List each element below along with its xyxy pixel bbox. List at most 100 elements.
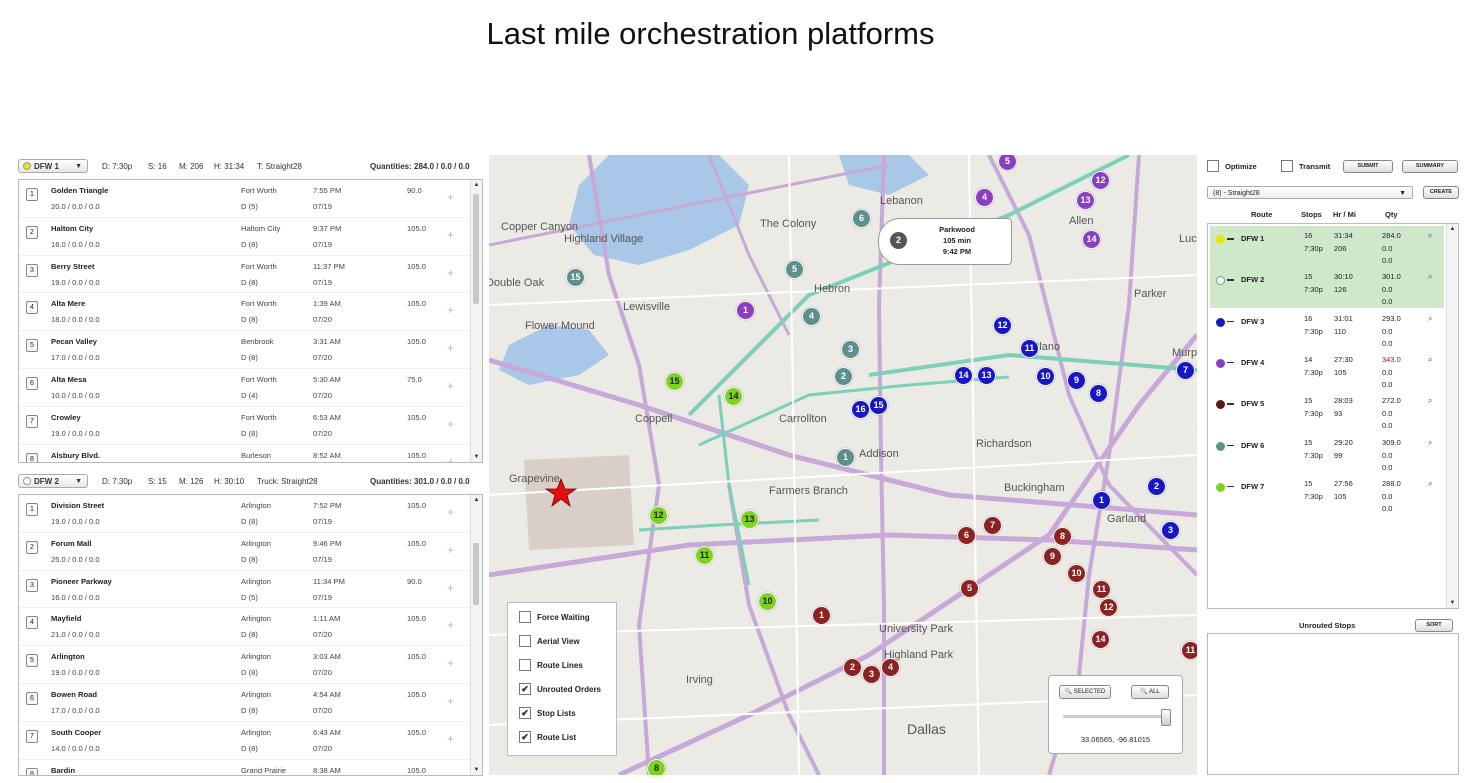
stops-scrollbar[interactable]: ▲ ▼ xyxy=(470,180,482,462)
truck-select[interactable]: (8) - Straight28 ▼ xyxy=(1207,186,1413,199)
route-select[interactable]: DFW 2 ▼ xyxy=(18,474,88,488)
add-icon[interactable]: + xyxy=(447,656,454,670)
add-icon[interactable]: + xyxy=(447,694,454,708)
stop-row[interactable]: 6 Bowen Road 17.0 / 0.0 / 0.0 Arlington D (8… xyxy=(19,684,482,722)
stop-marker[interactable]: 1 xyxy=(812,606,831,625)
zoom-route-icon[interactable]: ⌕ xyxy=(1428,314,1432,324)
zoom-all-button[interactable]: 🔍 ALL xyxy=(1131,685,1169,699)
scroll-down-icon[interactable]: ▼ xyxy=(1447,598,1458,608)
stop-marker[interactable]: 11 xyxy=(1181,641,1197,660)
add-icon[interactable]: + xyxy=(447,618,454,632)
checkbox-icon[interactable] xyxy=(519,611,531,623)
stop-row[interactable]: 8 Bardin Grand Prairie 8:38 AM 105.0 + xyxy=(19,760,482,775)
stop-row[interactable]: 1 Golden Triangle 20.0 / 0.0 / 0.0 Fort Wor… xyxy=(19,180,482,218)
stop-marker[interactable]: 8 xyxy=(1089,384,1108,403)
stop-marker[interactable]: 2 xyxy=(1147,477,1166,496)
zoom-slider-track[interactable] xyxy=(1063,715,1167,718)
add-icon[interactable]: + xyxy=(447,505,454,519)
zoom-route-icon[interactable]: ⌕ xyxy=(1428,272,1432,282)
add-icon[interactable]: + xyxy=(447,732,454,746)
stop-row[interactable]: 6 Alta Mesa 10.0 / 0.0 / 0.0 Fort Worth D (4… xyxy=(19,369,482,407)
stop-marker[interactable]: 14 xyxy=(1082,230,1101,249)
stop-marker[interactable]: 15 xyxy=(665,372,684,391)
route-row[interactable]: DFW 3 16 7:30p 31:01 110 293.0 0.0 0.0 ⌕ xyxy=(1210,309,1444,350)
stop-marker[interactable]: 2 xyxy=(834,367,853,386)
route-row[interactable]: DFW 2 15 7:30p 30:10 126 301.0 0.0 0.0 ⌕ xyxy=(1210,267,1444,309)
stop-marker[interactable]: 12 xyxy=(1091,171,1110,190)
map-view[interactable]: Copper Canyon Highland Village Double Oak F… xyxy=(489,155,1197,775)
stop-marker[interactable]: 15 xyxy=(566,268,585,287)
scroll-thumb[interactable] xyxy=(473,543,479,605)
stop-marker[interactable]: 10 xyxy=(1036,367,1055,386)
stop-marker[interactable]: 1 xyxy=(1092,491,1111,510)
add-icon[interactable]: + xyxy=(447,266,454,280)
stop-row[interactable]: 5 Arlington 19.0 / 0.0 / 0.0 Arlington D (8)… xyxy=(19,646,482,684)
stop-row[interactable]: 2 Haltom City 16.0 / 0.0 / 0.0 Haltom City D… xyxy=(19,218,482,256)
stop-marker[interactable]: 4 xyxy=(975,188,994,207)
stop-marker[interactable]: 4 xyxy=(802,307,821,326)
stop-marker[interactable]: 1 xyxy=(736,301,755,320)
stop-marker[interactable]: 16 xyxy=(851,400,870,419)
layer-toggle[interactable]: ✔ Stop Lists xyxy=(519,707,576,719)
stop-marker[interactable]: 8 xyxy=(647,759,666,775)
layer-toggle[interactable]: Force Waiting xyxy=(519,611,590,623)
layer-toggle[interactable]: Route Lines xyxy=(519,659,583,671)
stop-marker[interactable]: 12 xyxy=(1099,598,1118,617)
stop-marker[interactable]: 7 xyxy=(983,516,1002,535)
route-row[interactable]: DFW 6 15 7:30p 29:20 99 309.0 0.0 0.0 ⌕ xyxy=(1210,433,1444,474)
stop-marker[interactable]: 14 xyxy=(954,366,973,385)
stop-marker[interactable]: 14 xyxy=(724,387,743,406)
stop-marker[interactable]: 5 xyxy=(960,579,979,598)
add-icon[interactable]: + xyxy=(447,543,454,557)
stop-marker[interactable]: 3 xyxy=(1161,521,1180,540)
stop-marker[interactable]: 8 xyxy=(1053,527,1072,546)
stop-marker[interactable]: 11 xyxy=(1092,580,1111,599)
add-icon[interactable]: + xyxy=(447,379,454,393)
route-row[interactable]: DFW 7 15 7:30p 27:56 105 288.0 0.0 0.0 ⌕ xyxy=(1210,474,1444,515)
route-row[interactable]: DFW 1 16 7:30p 31:34 206 284.0 0.0 0.0 ⌕ xyxy=(1210,226,1444,267)
checkbox-checked-icon[interactable]: ✔ xyxy=(519,731,531,743)
routes-scrollbar[interactable]: ▲ ▼ xyxy=(1446,224,1458,608)
stop-marker[interactable]: 10 xyxy=(758,592,777,611)
stops-scrollbar[interactable]: ▲ ▼ xyxy=(470,495,482,775)
zoom-route-icon[interactable]: ⌕ xyxy=(1428,438,1432,448)
stop-marker[interactable]: 14 xyxy=(1091,630,1110,649)
zoom-route-icon[interactable]: ⌕ xyxy=(1428,355,1432,365)
add-icon[interactable]: + xyxy=(447,581,454,595)
add-icon[interactable]: + xyxy=(447,190,454,204)
stop-row[interactable]: 4 Alta Mere 18.0 / 0.0 / 0.0 Fort Worth D (8… xyxy=(19,293,482,332)
zoom-selected-button[interactable]: 🔍 SELECTED xyxy=(1059,685,1111,699)
stop-marker[interactable]: 4 xyxy=(881,658,900,677)
create-button[interactable]: CREATE xyxy=(1423,186,1459,199)
zoom-slider-handle[interactable] xyxy=(1161,709,1171,726)
stop-marker[interactable]: 13 xyxy=(977,366,996,385)
stop-marker[interactable]: 2 xyxy=(843,658,862,677)
stop-row[interactable]: 3 Pioneer Parkway 16.0 / 0.0 / 0.0 Arlingto… xyxy=(19,571,482,609)
stop-row[interactable]: 7 Crowley 19.0 / 0.0 / 0.0 Fort Worth D (8) 6… xyxy=(19,407,482,445)
scroll-down-icon[interactable]: ▼ xyxy=(471,765,482,775)
stop-row[interactable]: 1 Division Street 19.0 / 0.0 / 0.0 Arlingto… xyxy=(19,495,482,533)
optimize-checkbox[interactable]: Optimize xyxy=(1207,160,1257,172)
add-icon[interactable]: + xyxy=(447,303,454,317)
stop-marker[interactable]: 9 xyxy=(1043,547,1062,566)
stop-marker[interactable]: 5 xyxy=(785,260,804,279)
stop-marker[interactable]: 3 xyxy=(841,340,860,359)
layer-toggle[interactable]: ✔ Unrouted Orders xyxy=(519,683,601,695)
zoom-route-icon[interactable]: ⌕ xyxy=(1428,479,1432,489)
route-row[interactable]: DFW 5 15 7:30p 28:03 93 272.0 0.0 0.0 ⌕ xyxy=(1210,391,1444,432)
add-icon[interactable]: + xyxy=(447,770,454,775)
stop-marker[interactable]: 10 xyxy=(1067,564,1086,583)
scroll-up-icon[interactable]: ▲ xyxy=(471,180,482,190)
stop-marker[interactable]: 12 xyxy=(649,506,668,525)
checkbox-checked-icon[interactable]: ✔ xyxy=(519,707,531,719)
checkbox-icon[interactable] xyxy=(519,635,531,647)
sort-button[interactable]: SORT xyxy=(1415,619,1453,632)
stop-marker[interactable]: 3 xyxy=(862,665,881,684)
stop-row[interactable]: 2 Forum Mall 25.0 / 0.0 / 0.0 Arlington D (8… xyxy=(19,533,482,571)
stop-marker[interactable]: 11 xyxy=(1020,339,1039,358)
add-icon[interactable]: + xyxy=(447,228,454,242)
zoom-route-icon[interactable]: ⌕ xyxy=(1428,231,1432,241)
transmit-checkbox[interactable]: Transmit xyxy=(1281,160,1330,172)
scroll-thumb[interactable] xyxy=(473,194,479,304)
add-icon[interactable]: + xyxy=(447,341,454,355)
